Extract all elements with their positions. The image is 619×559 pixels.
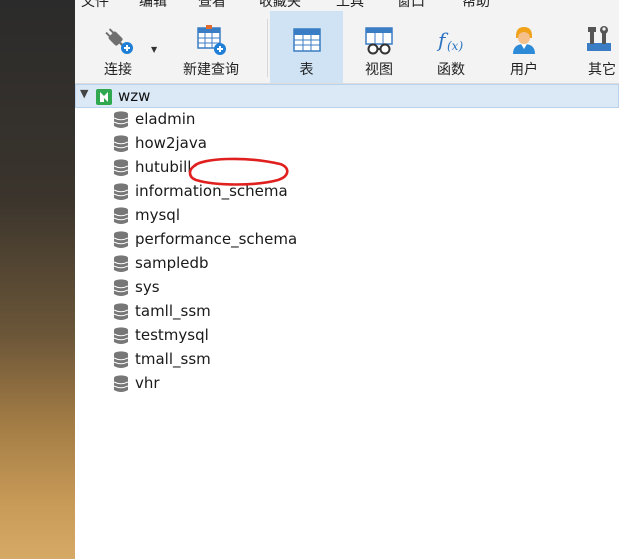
database-icon xyxy=(113,111,129,128)
user-label: 用户 xyxy=(510,62,538,78)
menu-window[interactable]: 窗口 xyxy=(397,0,425,11)
database-item[interactable]: tmall_ssm xyxy=(75,348,619,372)
table-label: 表 xyxy=(299,62,314,78)
plug-icon xyxy=(105,28,133,54)
database-icon xyxy=(113,255,129,272)
connect-dropdown-arrow[interactable]: ▼ xyxy=(151,45,157,54)
database-item[interactable]: hutubill xyxy=(75,156,619,180)
menu-edit[interactable]: 编辑 xyxy=(139,0,167,11)
database-name: how2java xyxy=(135,134,207,152)
database-icon xyxy=(113,351,129,368)
database-item[interactable]: sys xyxy=(75,276,619,300)
database-item[interactable]: testmysql xyxy=(75,324,619,348)
user-icon xyxy=(513,27,535,54)
database-name: hutubill xyxy=(135,158,192,176)
database-name: sys xyxy=(135,278,160,296)
desktop-background xyxy=(0,0,75,559)
database-name: tmall_ssm xyxy=(135,350,211,368)
database-item[interactable]: eladmin xyxy=(75,108,619,132)
function-icon: f (x) xyxy=(436,28,463,53)
table-icon xyxy=(292,28,321,52)
other-label: 其它 xyxy=(588,62,616,78)
database-name: testmysql xyxy=(135,326,209,344)
mysql-connection-icon xyxy=(96,89,112,105)
menu-favorites[interactable]: 收藏夹 xyxy=(259,0,301,11)
database-icon xyxy=(113,327,129,344)
database-name: information_schema xyxy=(135,182,288,200)
database-icon xyxy=(113,207,129,224)
view-icon xyxy=(365,27,393,55)
database-item[interactable]: tamll_ssm xyxy=(75,300,619,324)
database-name: sampledb xyxy=(135,254,209,272)
database-icon xyxy=(113,375,129,392)
database-name: performance_schema xyxy=(135,230,298,248)
navicat-window: 文件 编辑 查看 收藏夹 工具 窗口 帮助 连接 ▼ 新建查询 表 视图 f (… xyxy=(75,0,619,559)
database-icon xyxy=(113,159,129,176)
database-name: tamll_ssm xyxy=(135,302,211,320)
connect-button[interactable]: 连接 xyxy=(81,11,155,83)
database-item[interactable]: sampledb xyxy=(75,252,619,276)
menu-file[interactable]: 文件 xyxy=(81,0,109,11)
database-icon xyxy=(113,183,129,200)
database-icon xyxy=(113,279,129,296)
connection-name: wzw xyxy=(118,87,151,105)
function-label: 函数 xyxy=(437,62,465,78)
table-button[interactable]: 表 xyxy=(270,11,343,83)
main-toolbar: 连接 ▼ 新建查询 表 视图 f (x) 函数 用户 其它 xyxy=(75,11,619,84)
connect-label: 连接 xyxy=(104,62,132,78)
view-label: 视图 xyxy=(365,62,393,78)
menu-tools[interactable]: 工具 xyxy=(336,0,364,11)
connection-node[interactable]: ▼ wzw xyxy=(75,84,619,108)
other-button[interactable]: 其它 xyxy=(569,11,619,83)
database-item[interactable]: vhr xyxy=(75,372,619,396)
database-item[interactable]: information_schema xyxy=(75,180,619,204)
database-item[interactable]: mysql xyxy=(75,204,619,228)
svg-text:(x): (x) xyxy=(447,39,463,53)
database-item[interactable]: how2java xyxy=(75,132,619,156)
database-icon xyxy=(113,231,129,248)
database-icon xyxy=(113,135,129,152)
menubar: 文件 编辑 查看 收藏夹 工具 窗口 帮助 xyxy=(75,0,619,11)
menu-view[interactable]: 查看 xyxy=(198,0,226,11)
database-icon xyxy=(113,303,129,320)
toolbar-divider xyxy=(267,19,268,77)
collapse-arrow-icon[interactable]: ▼ xyxy=(80,87,88,100)
database-name: vhr xyxy=(135,374,160,392)
view-button[interactable]: 视图 xyxy=(345,11,413,83)
tools-icon xyxy=(587,26,611,51)
database-name: mysql xyxy=(135,206,180,224)
new-query-icon xyxy=(197,25,226,55)
database-item[interactable]: performance_schema xyxy=(75,228,619,252)
new-query-button[interactable]: 新建查询 xyxy=(161,11,261,83)
function-button[interactable]: f (x) 函数 xyxy=(417,11,485,83)
database-name: eladmin xyxy=(135,110,196,128)
new-query-label: 新建查询 xyxy=(183,62,239,78)
menu-help[interactable]: 帮助 xyxy=(462,0,490,11)
database-list: eladmin how2java hutubill information_schem… xyxy=(75,108,619,396)
user-button[interactable]: 用户 xyxy=(489,11,559,83)
